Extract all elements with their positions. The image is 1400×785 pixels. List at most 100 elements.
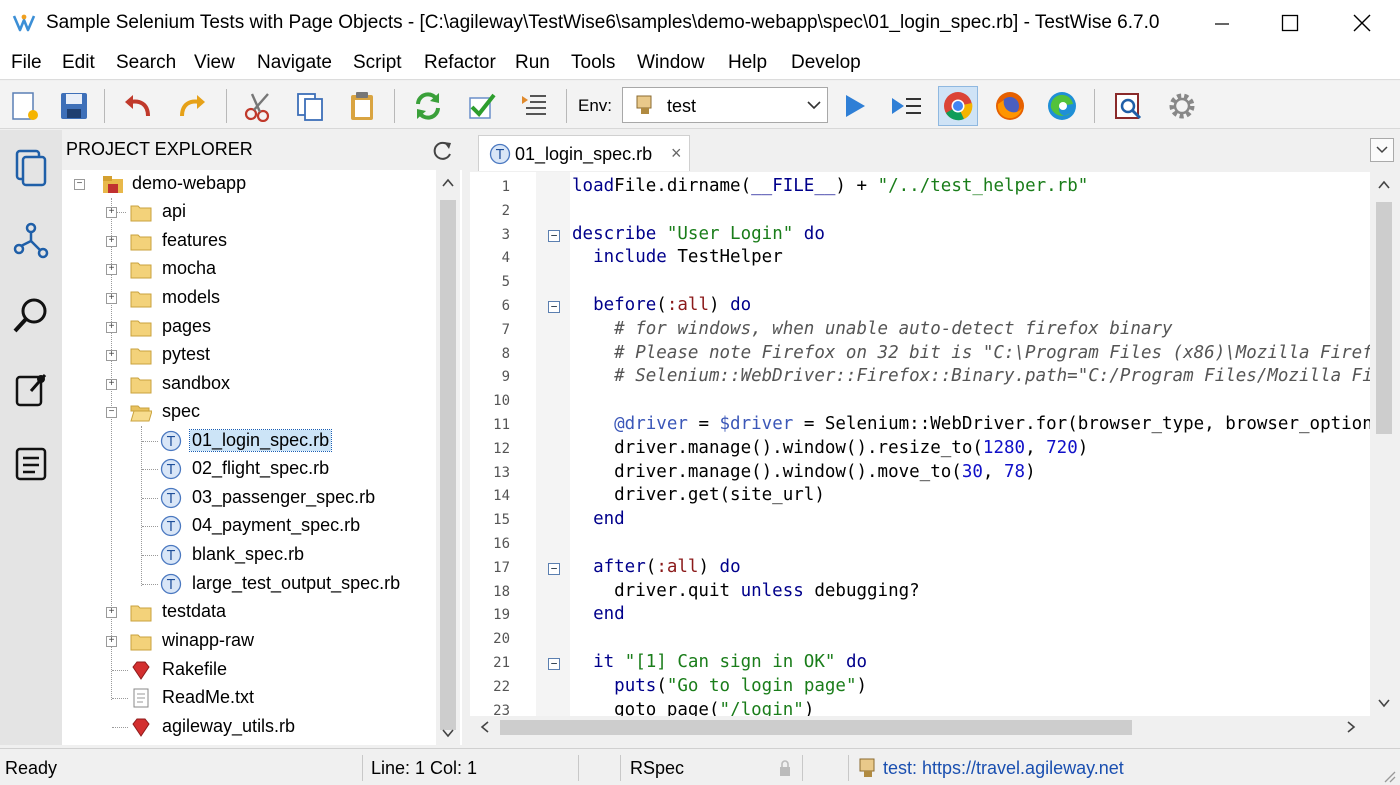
expand-icon[interactable]: + (106, 207, 117, 218)
menu-run[interactable]: Run (515, 52, 550, 74)
tree-file-01-login-spec[interactable]: T 01_login_spec.rb (62, 427, 432, 455)
tree-folder-api[interactable]: + api (62, 198, 432, 226)
inspect-icon[interactable] (1108, 86, 1148, 126)
tree-file-02-flight-spec[interactable]: T 02_flight_spec.rb (62, 455, 432, 483)
explorer-scroll-thumb[interactable] (440, 200, 456, 730)
fold-toggle-icon[interactable]: − (548, 301, 560, 313)
test-recorder-icon[interactable] (8, 366, 54, 412)
env-select[interactable]: test (622, 87, 828, 123)
tree-folder-pages[interactable]: + pages (62, 313, 432, 341)
tree-folder-testdata[interactable]: + testdata (62, 598, 432, 626)
tree-folder-models[interactable]: + models (62, 284, 432, 312)
tree-file-large-test-output-spec[interactable]: T large_test_output_spec.rb (62, 570, 432, 598)
scroll-left-icon[interactable] (480, 721, 490, 733)
menu-window[interactable]: Window (637, 52, 705, 74)
code-token: = Selenium::WebDriver.for(browser_type, … (793, 414, 1370, 434)
check-syntax-icon[interactable] (462, 86, 502, 126)
tree-file-rakefile[interactable]: Rakefile (62, 656, 432, 684)
close-icon[interactable] (1340, 6, 1384, 40)
menu-search[interactable]: Search (116, 52, 176, 74)
scroll-down-icon[interactable] (1378, 698, 1390, 708)
files-icon[interactable] (8, 144, 54, 190)
menu-file[interactable]: File (11, 52, 42, 74)
menu-help[interactable]: Help (728, 52, 767, 74)
tree-file-readme[interactable]: ReadMe.txt (62, 684, 432, 712)
tree-folder-pytest[interactable]: + pytest (62, 341, 432, 369)
status-environment-link[interactable]: test: https://travel.agileway.net (883, 758, 1124, 779)
menu-script[interactable]: Script (353, 52, 402, 74)
new-file-icon[interactable] (4, 86, 44, 126)
tree-file-04-payment-spec[interactable]: T 04_payment_spec.rb (62, 512, 432, 540)
settings-gear-icon[interactable] (1162, 86, 1202, 126)
undo-icon[interactable] (118, 86, 158, 126)
expand-icon[interactable]: + (106, 607, 117, 618)
redo-icon[interactable] (172, 86, 212, 126)
tree-file-03-passenger-spec[interactable]: T 03_passenger_spec.rb (62, 484, 432, 512)
expand-icon[interactable]: + (106, 264, 117, 275)
menu-view[interactable]: View (194, 52, 235, 74)
outline-icon[interactable] (514, 86, 554, 126)
menu-tools[interactable]: Tools (571, 52, 615, 74)
collapse-icon[interactable]: − (74, 179, 85, 190)
tree-file-blank-spec[interactable]: T blank_spec.rb (62, 541, 432, 569)
expand-icon[interactable]: + (106, 293, 117, 304)
env-value: test (667, 96, 697, 116)
editor-hscroll-thumb[interactable] (500, 720, 1132, 735)
editor-horizontal-scrollbar[interactable] (470, 716, 1370, 738)
menu-develop[interactable]: Develop (791, 52, 861, 74)
scroll-down-icon[interactable] (442, 728, 454, 738)
chrome-icon[interactable] (938, 86, 978, 126)
resize-grip-icon[interactable] (1382, 769, 1396, 783)
expand-icon[interactable]: + (106, 236, 117, 247)
git-branch-icon[interactable] (8, 218, 54, 264)
code-token: "/../test_helper.rb" (877, 176, 1089, 196)
tree-folder-label: spec (162, 401, 201, 421)
menu-refactor[interactable]: Refactor (424, 52, 496, 74)
edge-icon[interactable] (1042, 86, 1082, 126)
tree-file-label: 04_payment_spec.rb (192, 515, 361, 535)
menu-edit[interactable]: Edit (62, 52, 95, 74)
tree-folder-mocha[interactable]: + mocha (62, 255, 432, 283)
editor-vertical-scrollbar[interactable] (1370, 172, 1398, 716)
tab-01-login-spec[interactable]: T 01_login_spec.rb × (478, 135, 690, 171)
expand-icon[interactable]: + (106, 350, 117, 361)
expand-icon[interactable]: + (106, 379, 117, 390)
tab-list-dropdown[interactable] (1370, 138, 1394, 162)
tree-folder-sandbox[interactable]: + sandbox (62, 370, 432, 398)
scroll-right-icon[interactable] (1346, 721, 1356, 733)
firefox-icon[interactable] (990, 86, 1030, 126)
cut-icon[interactable] (238, 86, 278, 126)
menu-navigate[interactable]: Navigate (257, 52, 332, 74)
scroll-up-icon[interactable] (1378, 180, 1390, 190)
code-line: goto_page("/login") (572, 700, 814, 716)
expand-icon[interactable]: + (106, 636, 117, 647)
maximize-icon[interactable] (1268, 6, 1312, 40)
editor-vscroll-thumb[interactable] (1376, 202, 1392, 434)
search-icon[interactable] (8, 292, 54, 338)
tree-folder-winapp-raw[interactable]: + winapp-raw (62, 627, 432, 655)
fold-toggle-icon[interactable]: − (548, 658, 560, 670)
fold-toggle-icon[interactable]: − (548, 562, 560, 575)
paste-icon[interactable] (342, 86, 382, 126)
tree-folder-features[interactable]: + features (62, 227, 432, 255)
menu-bar: File Edit Search View Navigate Script Re… (0, 46, 1400, 80)
save-icon[interactable] (54, 86, 94, 126)
tree-root[interactable]: − demo-webapp (62, 170, 432, 198)
scroll-up-icon[interactable] (442, 178, 454, 188)
explorer-scrollbar[interactable] (436, 170, 460, 745)
copy-icon[interactable] (290, 86, 330, 126)
run-all-icon[interactable] (886, 86, 926, 126)
tree-file-agileway-utils[interactable]: agileway_utils.rb (62, 713, 432, 741)
list-icon[interactable] (8, 440, 54, 486)
refresh-explorer-icon[interactable] (430, 139, 454, 163)
fold-toggle-icon[interactable]: − (548, 229, 560, 242)
minimize-icon[interactable] (1200, 6, 1244, 40)
tree-folder-spec[interactable]: − spec (62, 398, 432, 426)
expand-icon[interactable]: + (106, 322, 117, 333)
collapse-icon[interactable]: − (106, 407, 117, 418)
code-editor[interactable]: 1 2 3 4 5 6 7 8 9 10 11 12 13 14 15 16 17 18 19 20 21 22 23 − −… (470, 172, 1370, 716)
tab-close-icon[interactable]: × (671, 143, 682, 164)
refresh-icon[interactable] (408, 86, 448, 126)
run-icon[interactable] (834, 86, 874, 126)
